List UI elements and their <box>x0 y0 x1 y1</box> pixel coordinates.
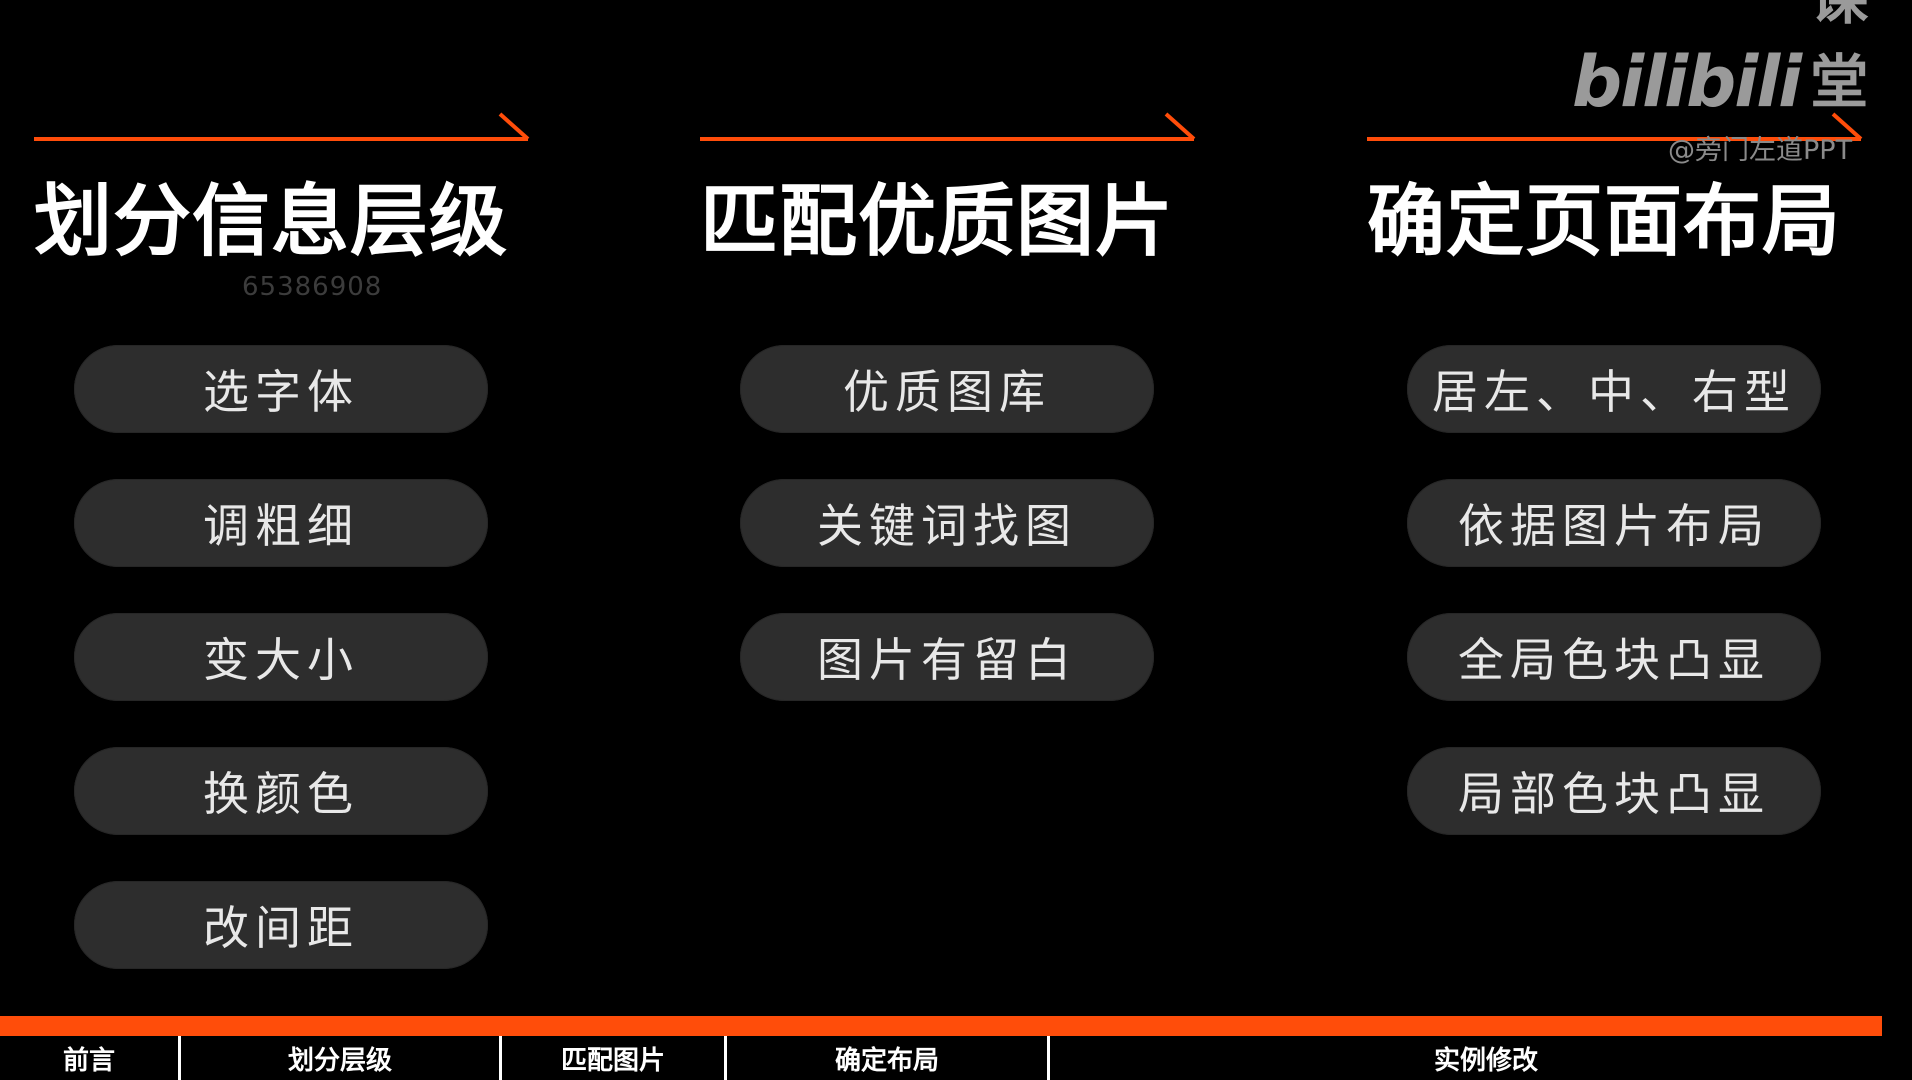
progress-bar[interactable] <box>0 1016 1882 1036</box>
nav-item-examples[interactable]: 实例修改 <box>1050 1036 1912 1080</box>
pill-button[interactable]: 优质图库 <box>740 345 1154 433</box>
pill-button[interactable]: 全局色块凸显 <box>1407 613 1821 701</box>
logo-brand: bilibili <box>1572 41 1802 123</box>
pill-button[interactable]: 依据图片布局 <box>1407 479 1821 567</box>
pill-button[interactable]: 居左、中、右型 <box>1407 345 1821 433</box>
pill-button[interactable]: 变大小 <box>74 613 488 701</box>
column-title: 确定页面布局 <box>1367 177 1842 267</box>
nav-item-hierarchy[interactable]: 划分层级 <box>181 1036 499 1080</box>
pill-button[interactable]: 局部色块凸显 <box>1407 747 1821 835</box>
column-images: 匹配优质图片 优质图库 关键词找图 图片有留白 <box>700 0 1200 1010</box>
logo-suffix: 课堂 <box>1810 0 1869 116</box>
watermark-number: 65386908 <box>242 272 383 302</box>
pill-button[interactable]: 图片有留白 <box>740 613 1154 701</box>
chapter-nav: 前言 划分层级 匹配图片 确定布局 实例修改 <box>0 1036 1912 1080</box>
column-hierarchy: 划分信息层级 选字体 调粗细 变大小 换颜色 改间距 <box>34 0 534 1010</box>
arrow-icon <box>34 108 530 144</box>
nav-item-layout[interactable]: 确定布局 <box>727 1036 1047 1080</box>
pill-button[interactable]: 换颜色 <box>74 747 488 835</box>
column-title: 匹配优质图片 <box>700 177 1175 267</box>
column-title: 划分信息层级 <box>34 177 509 267</box>
nav-item-images[interactable]: 匹配图片 <box>502 1036 724 1080</box>
pill-button[interactable]: 选字体 <box>74 345 488 433</box>
bilibili-logo: bilibili 课堂 <box>1572 0 1872 124</box>
nav-item-preface[interactable]: 前言 <box>0 1036 178 1080</box>
arrow-icon <box>700 108 1196 144</box>
pill-button[interactable]: 关键词找图 <box>740 479 1154 567</box>
uploader-handle: @旁门左道PPT <box>1668 135 1853 166</box>
pill-button[interactable]: 调粗细 <box>74 479 488 567</box>
pill-button[interactable]: 改间距 <box>74 881 488 969</box>
